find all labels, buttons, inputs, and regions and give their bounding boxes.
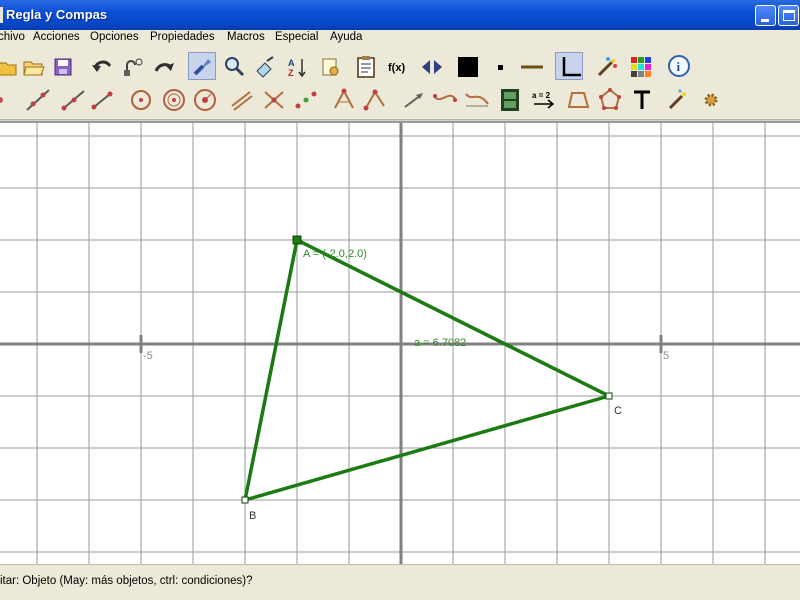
point-C[interactable] (605, 392, 613, 400)
hammer-tool-icon[interactable] (664, 86, 692, 114)
svg-text:Z: Z (288, 68, 294, 78)
animation-icon[interactable] (496, 86, 524, 114)
point-B-label: B (249, 510, 256, 522)
status-bar: itar: Objeto (May: más objetos, ctrl: co… (0, 564, 800, 600)
minimize-icon (761, 19, 769, 22)
color-palette-icon[interactable] (627, 53, 655, 81)
parallel-icon[interactable] (228, 86, 256, 114)
function-icon[interactable]: f(x) (385, 53, 413, 81)
point-B[interactable] (241, 496, 249, 504)
app-icon (0, 7, 3, 23)
vector-icon[interactable] (400, 86, 428, 114)
title-bar: Regla y Compas (0, 0, 800, 30)
function-label: f(x) (388, 62, 405, 74)
color-icon[interactable] (454, 53, 482, 81)
circle-icon[interactable] (127, 86, 155, 114)
menu-ayuda[interactable]: Ayuda (330, 31, 362, 43)
line-thickness-icon[interactable] (518, 53, 546, 81)
reverse-icon[interactable] (418, 53, 446, 81)
svg-text:A: A (288, 58, 295, 68)
menu-archivo[interactable]: chivo (0, 31, 25, 43)
axes-icon[interactable] (555, 52, 583, 80)
open-icon[interactable] (0, 53, 20, 81)
point-A-label: A = (-2.0,2.0) (303, 248, 367, 260)
menu-acciones[interactable]: Acciones (33, 31, 80, 43)
polygon-icon[interactable] (565, 86, 593, 114)
edit-tool-icon[interactable] (188, 52, 216, 80)
point-A[interactable] (292, 235, 302, 245)
expression-icon[interactable]: a = 2 (531, 86, 559, 114)
line-icon[interactable] (24, 86, 52, 114)
maximize-icon (783, 10, 795, 21)
label-tool-icon[interactable] (251, 53, 279, 81)
folder-icon[interactable] (19, 53, 47, 81)
settings-gear-icon[interactable] (697, 86, 725, 114)
status-text: itar: Objeto (May: más objetos, ctrl: co… (0, 575, 253, 587)
menu-bar: chivo Acciones Opciones Propiedades Macr… (0, 30, 800, 48)
menu-especial[interactable]: Especial (275, 31, 318, 43)
ray-icon[interactable] (58, 86, 86, 114)
point-size-icon[interactable] (487, 53, 515, 81)
svg-text:i: i (677, 59, 681, 74)
undo-icon[interactable] (88, 53, 116, 81)
menu-propiedades[interactable]: Propiedades (150, 31, 215, 43)
menu-macros[interactable]: Macros (227, 31, 265, 43)
x-tick-label-neg: -5 (143, 350, 153, 362)
x-tick-label-pos: 5 (663, 350, 669, 362)
expression-label: a = 2 (532, 91, 551, 100)
hide-icon[interactable] (119, 53, 147, 81)
compass-circle-icon[interactable] (191, 86, 219, 114)
drawing-canvas[interactable]: -5 5 A = (-2.0,2.0) B Ca = 6.7082 (0, 121, 800, 564)
menu-opciones[interactable]: Opciones (90, 31, 139, 43)
text-tool-icon[interactable] (628, 86, 656, 114)
minimize-button[interactable] (755, 5, 776, 26)
intersection-icon[interactable] (260, 86, 288, 114)
properties-icon[interactable] (316, 53, 344, 81)
fixed-circle-icon[interactable] (160, 86, 188, 114)
area-label: a = 6.7082 (414, 337, 466, 349)
window-title: Regla y Compas (6, 7, 108, 22)
zoom-move-icon[interactable] (220, 53, 248, 81)
function-plot-icon[interactable] (463, 86, 491, 114)
polygon-points-icon[interactable] (596, 86, 624, 114)
point-icon[interactable] (0, 86, 14, 114)
angle-icon[interactable] (330, 86, 358, 114)
info-icon[interactable]: i (665, 53, 693, 81)
point-C-label: C (614, 405, 622, 417)
maximize-button[interactable] (778, 5, 799, 26)
fixed-angle-icon[interactable] (361, 86, 389, 114)
magic-wand-icon[interactable] (593, 53, 621, 81)
midpoint-icon[interactable] (292, 86, 320, 114)
sort-icon[interactable]: AZ (283, 53, 311, 81)
redo-icon[interactable] (150, 53, 178, 81)
curve-icon[interactable] (431, 86, 459, 114)
save-icon[interactable] (49, 53, 77, 81)
segment-AB[interactable] (243, 239, 299, 501)
toolbar: AZ f(x) i a = 2 (0, 48, 800, 120)
notes-icon[interactable] (352, 53, 380, 81)
segment-icon[interactable] (88, 86, 116, 114)
